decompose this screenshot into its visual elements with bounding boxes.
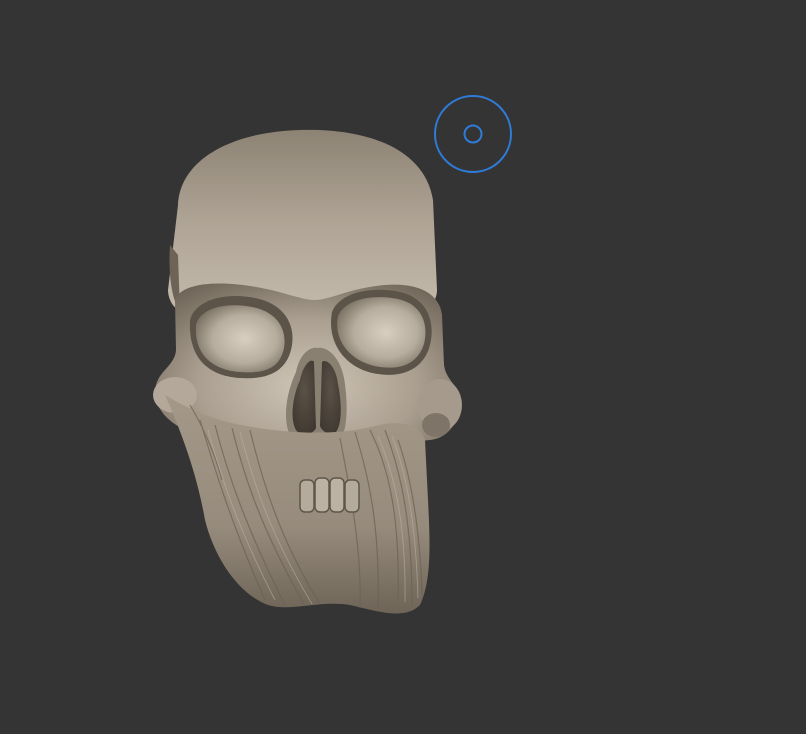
skull-model[interactable] [0, 0, 806, 734]
brush-cursor-icon[interactable] [433, 95, 513, 175]
sculpt-viewport[interactable] [0, 0, 806, 734]
teeth [299, 477, 360, 513]
